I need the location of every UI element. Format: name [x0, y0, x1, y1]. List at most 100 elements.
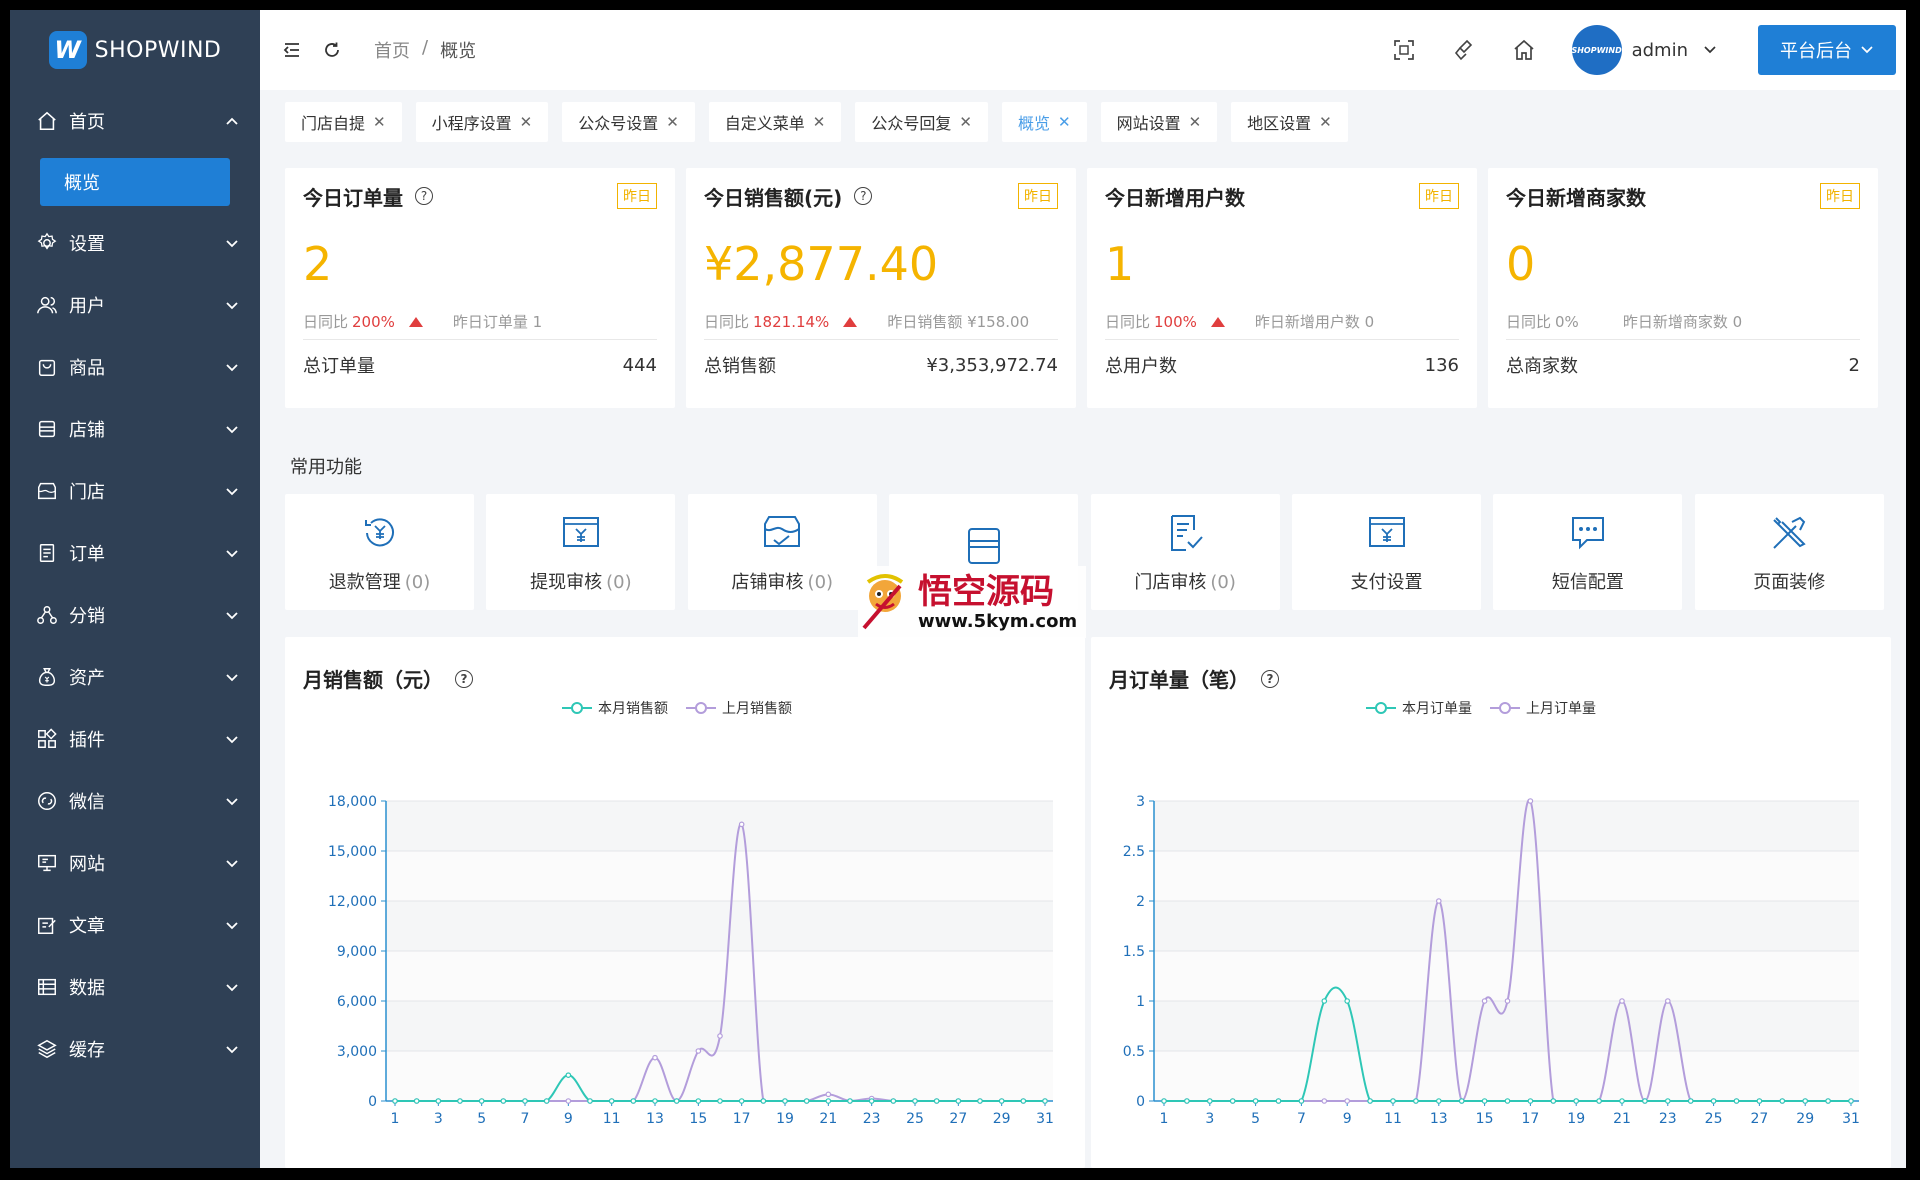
data-point[interactable]: [1435, 898, 1442, 904]
close-icon[interactable]: ✕: [813, 113, 826, 131]
data-point[interactable]: [1527, 1098, 1534, 1104]
quick-function[interactable]: 店铺审核 (0): [687, 494, 877, 610]
logo[interactable]: W SHOPWIND: [10, 10, 260, 90]
sidebar-item-8[interactable]: 资产: [10, 646, 260, 708]
tab-7[interactable]: 地区设置 ✕: [1231, 102, 1348, 142]
quick-function[interactable]: 支付设置: [1292, 494, 1481, 610]
data-point[interactable]: [500, 1098, 507, 1104]
data-point[interactable]: [825, 1098, 832, 1104]
help-icon[interactable]: ?: [854, 187, 873, 205]
data-point[interactable]: [1642, 1098, 1648, 1104]
user-menu[interactable]: SHOPWIND admin: [1571, 25, 1722, 75]
tab-2[interactable]: 公众号设置 ✕: [562, 102, 695, 142]
data-point[interactable]: [933, 1098, 940, 1104]
home-icon[interactable]: [1512, 38, 1536, 62]
data-point[interactable]: [717, 1098, 723, 1104]
quick-function[interactable]: 门店审核 (0): [1090, 494, 1280, 610]
data-point[interactable]: [1275, 1098, 1282, 1104]
data-point[interactable]: [1367, 1098, 1373, 1104]
yesterday-badge[interactable]: 昨日: [1018, 183, 1058, 209]
sidebar-item-12[interactable]: 文章: [10, 894, 260, 956]
data-point[interactable]: [1413, 1098, 1419, 1104]
data-point[interactable]: [1161, 1098, 1167, 1104]
data-point[interactable]: [1573, 1098, 1580, 1104]
tab-4[interactable]: 公众号回复 ✕: [855, 102, 988, 142]
tab-1[interactable]: 小程序设置 ✕: [415, 102, 549, 142]
data-point[interactable]: [1779, 1098, 1786, 1104]
sidebar-item-9[interactable]: 插件: [10, 708, 260, 770]
clear-brush-icon[interactable]: [1452, 38, 1476, 62]
data-point[interactable]: [1321, 998, 1328, 1004]
data-point[interactable]: [1481, 1098, 1488, 1104]
sidebar-item-11[interactable]: 网站: [10, 832, 260, 894]
data-point[interactable]: [587, 1098, 593, 1104]
data-point[interactable]: [717, 1033, 723, 1039]
data-point[interactable]: [955, 1098, 962, 1104]
data-point[interactable]: [1756, 1098, 1763, 1104]
data-point[interactable]: [998, 1098, 1005, 1104]
data-point[interactable]: [543, 1098, 550, 1104]
close-icon[interactable]: ✕: [959, 113, 972, 131]
help-icon[interactable]: ?: [415, 187, 433, 205]
data-point[interactable]: [1458, 1098, 1465, 1104]
data-point[interactable]: [1596, 1098, 1602, 1104]
data-point[interactable]: [1710, 1098, 1717, 1104]
tab-6[interactable]: 网站设置 ✕: [1100, 102, 1218, 142]
data-point[interactable]: [1298, 1098, 1305, 1104]
tab-0[interactable]: 门店自提 ✕: [285, 102, 402, 142]
data-point[interactable]: [1390, 1098, 1396, 1104]
data-point[interactable]: [457, 1098, 463, 1104]
platform-backend-button[interactable]: 平台后台: [1758, 25, 1896, 75]
close-icon[interactable]: ✕: [520, 113, 533, 131]
data-point[interactable]: [695, 1048, 702, 1054]
yesterday-badge[interactable]: 昨日: [617, 183, 657, 209]
tab-3[interactable]: 自定义菜单 ✕: [708, 102, 842, 142]
sidebar-item-7[interactable]: 分销: [10, 584, 260, 646]
data-point[interactable]: [608, 1098, 615, 1104]
data-point[interactable]: [1733, 1098, 1740, 1104]
data-point[interactable]: [695, 1098, 702, 1104]
data-point[interactable]: [1504, 998, 1511, 1004]
data-point[interactable]: [825, 1091, 832, 1098]
data-point[interactable]: [1504, 1098, 1511, 1104]
data-point[interactable]: [652, 1098, 658, 1104]
data-point[interactable]: [868, 1098, 875, 1104]
data-point[interactable]: [1344, 1098, 1351, 1104]
sidebar-item-3[interactable]: 商品: [10, 336, 260, 398]
quick-function[interactable]: 短信配置: [1493, 494, 1683, 610]
data-point[interactable]: [630, 1098, 637, 1104]
data-point[interactable]: [652, 1054, 658, 1061]
data-point[interactable]: [738, 1098, 745, 1104]
data-point[interactable]: [673, 1098, 680, 1104]
quick-function[interactable]: 提现审核 (0): [486, 494, 676, 610]
yesterday-badge[interactable]: 昨日: [1820, 183, 1860, 209]
yesterday-badge[interactable]: 昨日: [1419, 183, 1459, 209]
data-point[interactable]: [1527, 798, 1534, 804]
data-point[interactable]: [912, 1098, 918, 1104]
data-point[interactable]: [1802, 1098, 1809, 1104]
data-point[interactable]: [522, 1098, 528, 1104]
data-point[interactable]: [565, 1072, 572, 1078]
close-icon[interactable]: ✕: [1319, 113, 1332, 131]
data-point[interactable]: [977, 1098, 983, 1104]
data-point[interactable]: [1321, 1098, 1328, 1104]
data-point[interactable]: [478, 1098, 485, 1104]
data-point[interactable]: [1848, 1098, 1854, 1104]
data-point[interactable]: [1042, 1098, 1048, 1104]
sidebar-item-4[interactable]: 店铺: [10, 398, 260, 460]
data-point[interactable]: [1550, 1098, 1557, 1104]
data-point[interactable]: [847, 1098, 853, 1104]
data-point[interactable]: [1252, 1098, 1259, 1104]
data-point[interactable]: [1435, 1098, 1442, 1104]
data-point[interactable]: [392, 1098, 398, 1104]
data-point[interactable]: [803, 1098, 810, 1104]
sidebar-item-13[interactable]: 数据: [10, 956, 260, 1018]
data-point[interactable]: [435, 1098, 442, 1104]
sidebar-item-2[interactable]: 用户: [10, 274, 260, 336]
data-point[interactable]: [1664, 1098, 1671, 1104]
quick-function[interactable]: 页面装修: [1694, 494, 1884, 610]
close-icon[interactable]: ✕: [666, 113, 679, 131]
data-point[interactable]: [1229, 1098, 1236, 1104]
data-point[interactable]: [1481, 998, 1488, 1004]
sidebar-item-1[interactable]: 设置: [10, 212, 260, 274]
